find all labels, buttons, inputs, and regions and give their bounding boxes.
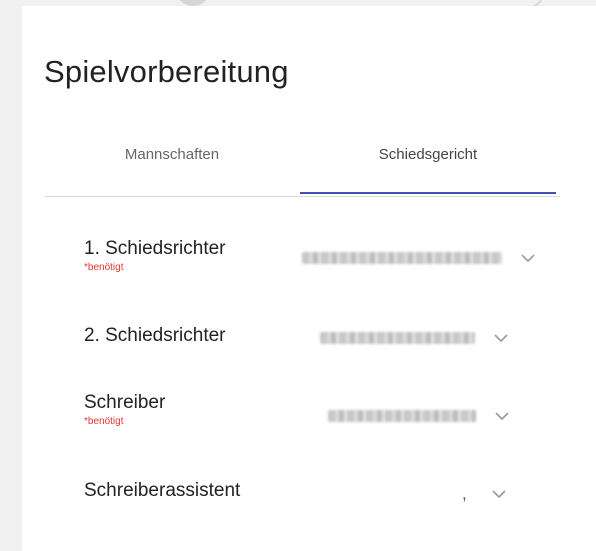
scorer-value-redacted (328, 410, 476, 422)
first-referee-select[interactable] (302, 252, 536, 264)
active-tab-indicator (300, 192, 556, 194)
row-first-referee: 1. Schiedsrichter *benötigt (84, 238, 226, 273)
first-referee-value-redacted (302, 252, 502, 264)
tab-bar: Mannschaften Schiedsgericht (44, 136, 560, 197)
assistant-scorer-value: , (462, 484, 467, 503)
second-referee-select[interactable] (320, 332, 509, 344)
required-note: *benötigt (84, 262, 124, 273)
row-second-referee: 2. Schiedsrichter (84, 325, 226, 347)
chevron-down-icon (521, 254, 535, 263)
assistant-scorer-label: Schreiberassistent (84, 480, 241, 501)
page-title: Spielvorbereitung (44, 54, 289, 89)
chevron-down-icon (495, 412, 509, 421)
row-scorer: Schreiber *benötigt (84, 392, 165, 427)
second-referee-label: 2. Schiedsrichter (84, 325, 226, 346)
row-assistant-scorer: Schreiberassistent (84, 480, 240, 502)
chevron-down-icon (494, 334, 508, 343)
scorer-select[interactable] (328, 410, 510, 422)
scorer-label: Schreiber (84, 392, 166, 413)
required-note: *benötigt (84, 416, 124, 427)
first-referee-label: 1. Schiedsrichter (84, 238, 226, 259)
assistant-scorer-select[interactable]: , (462, 484, 507, 504)
tab-mannschaften[interactable]: Mannschaften (44, 146, 300, 194)
second-referee-value-redacted (320, 332, 475, 344)
chevron-down-icon (492, 490, 506, 499)
tab-schiedsgericht[interactable]: Schiedsgericht (300, 146, 556, 194)
